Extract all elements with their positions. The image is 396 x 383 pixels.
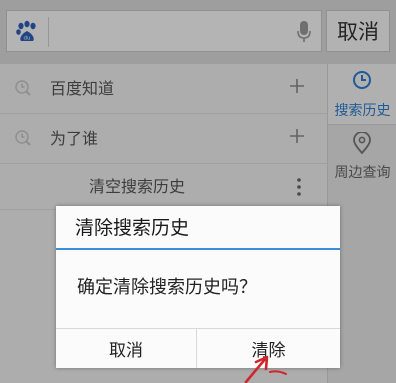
dialog-button-bar: 取消 清除 xyxy=(56,328,340,368)
dialog-title: 清除搜索历史 xyxy=(75,217,190,239)
dialog-cancel-button[interactable]: 取消 xyxy=(56,329,197,368)
clear-history-dialog: 清除搜索历史 确定清除搜索历史吗？ 取消 清除 xyxy=(56,206,340,368)
dialog-message: 确定清除搜索历史吗？ xyxy=(77,277,257,298)
annotation-arrow-icon xyxy=(244,355,287,383)
dialog-title-divider xyxy=(56,248,340,250)
